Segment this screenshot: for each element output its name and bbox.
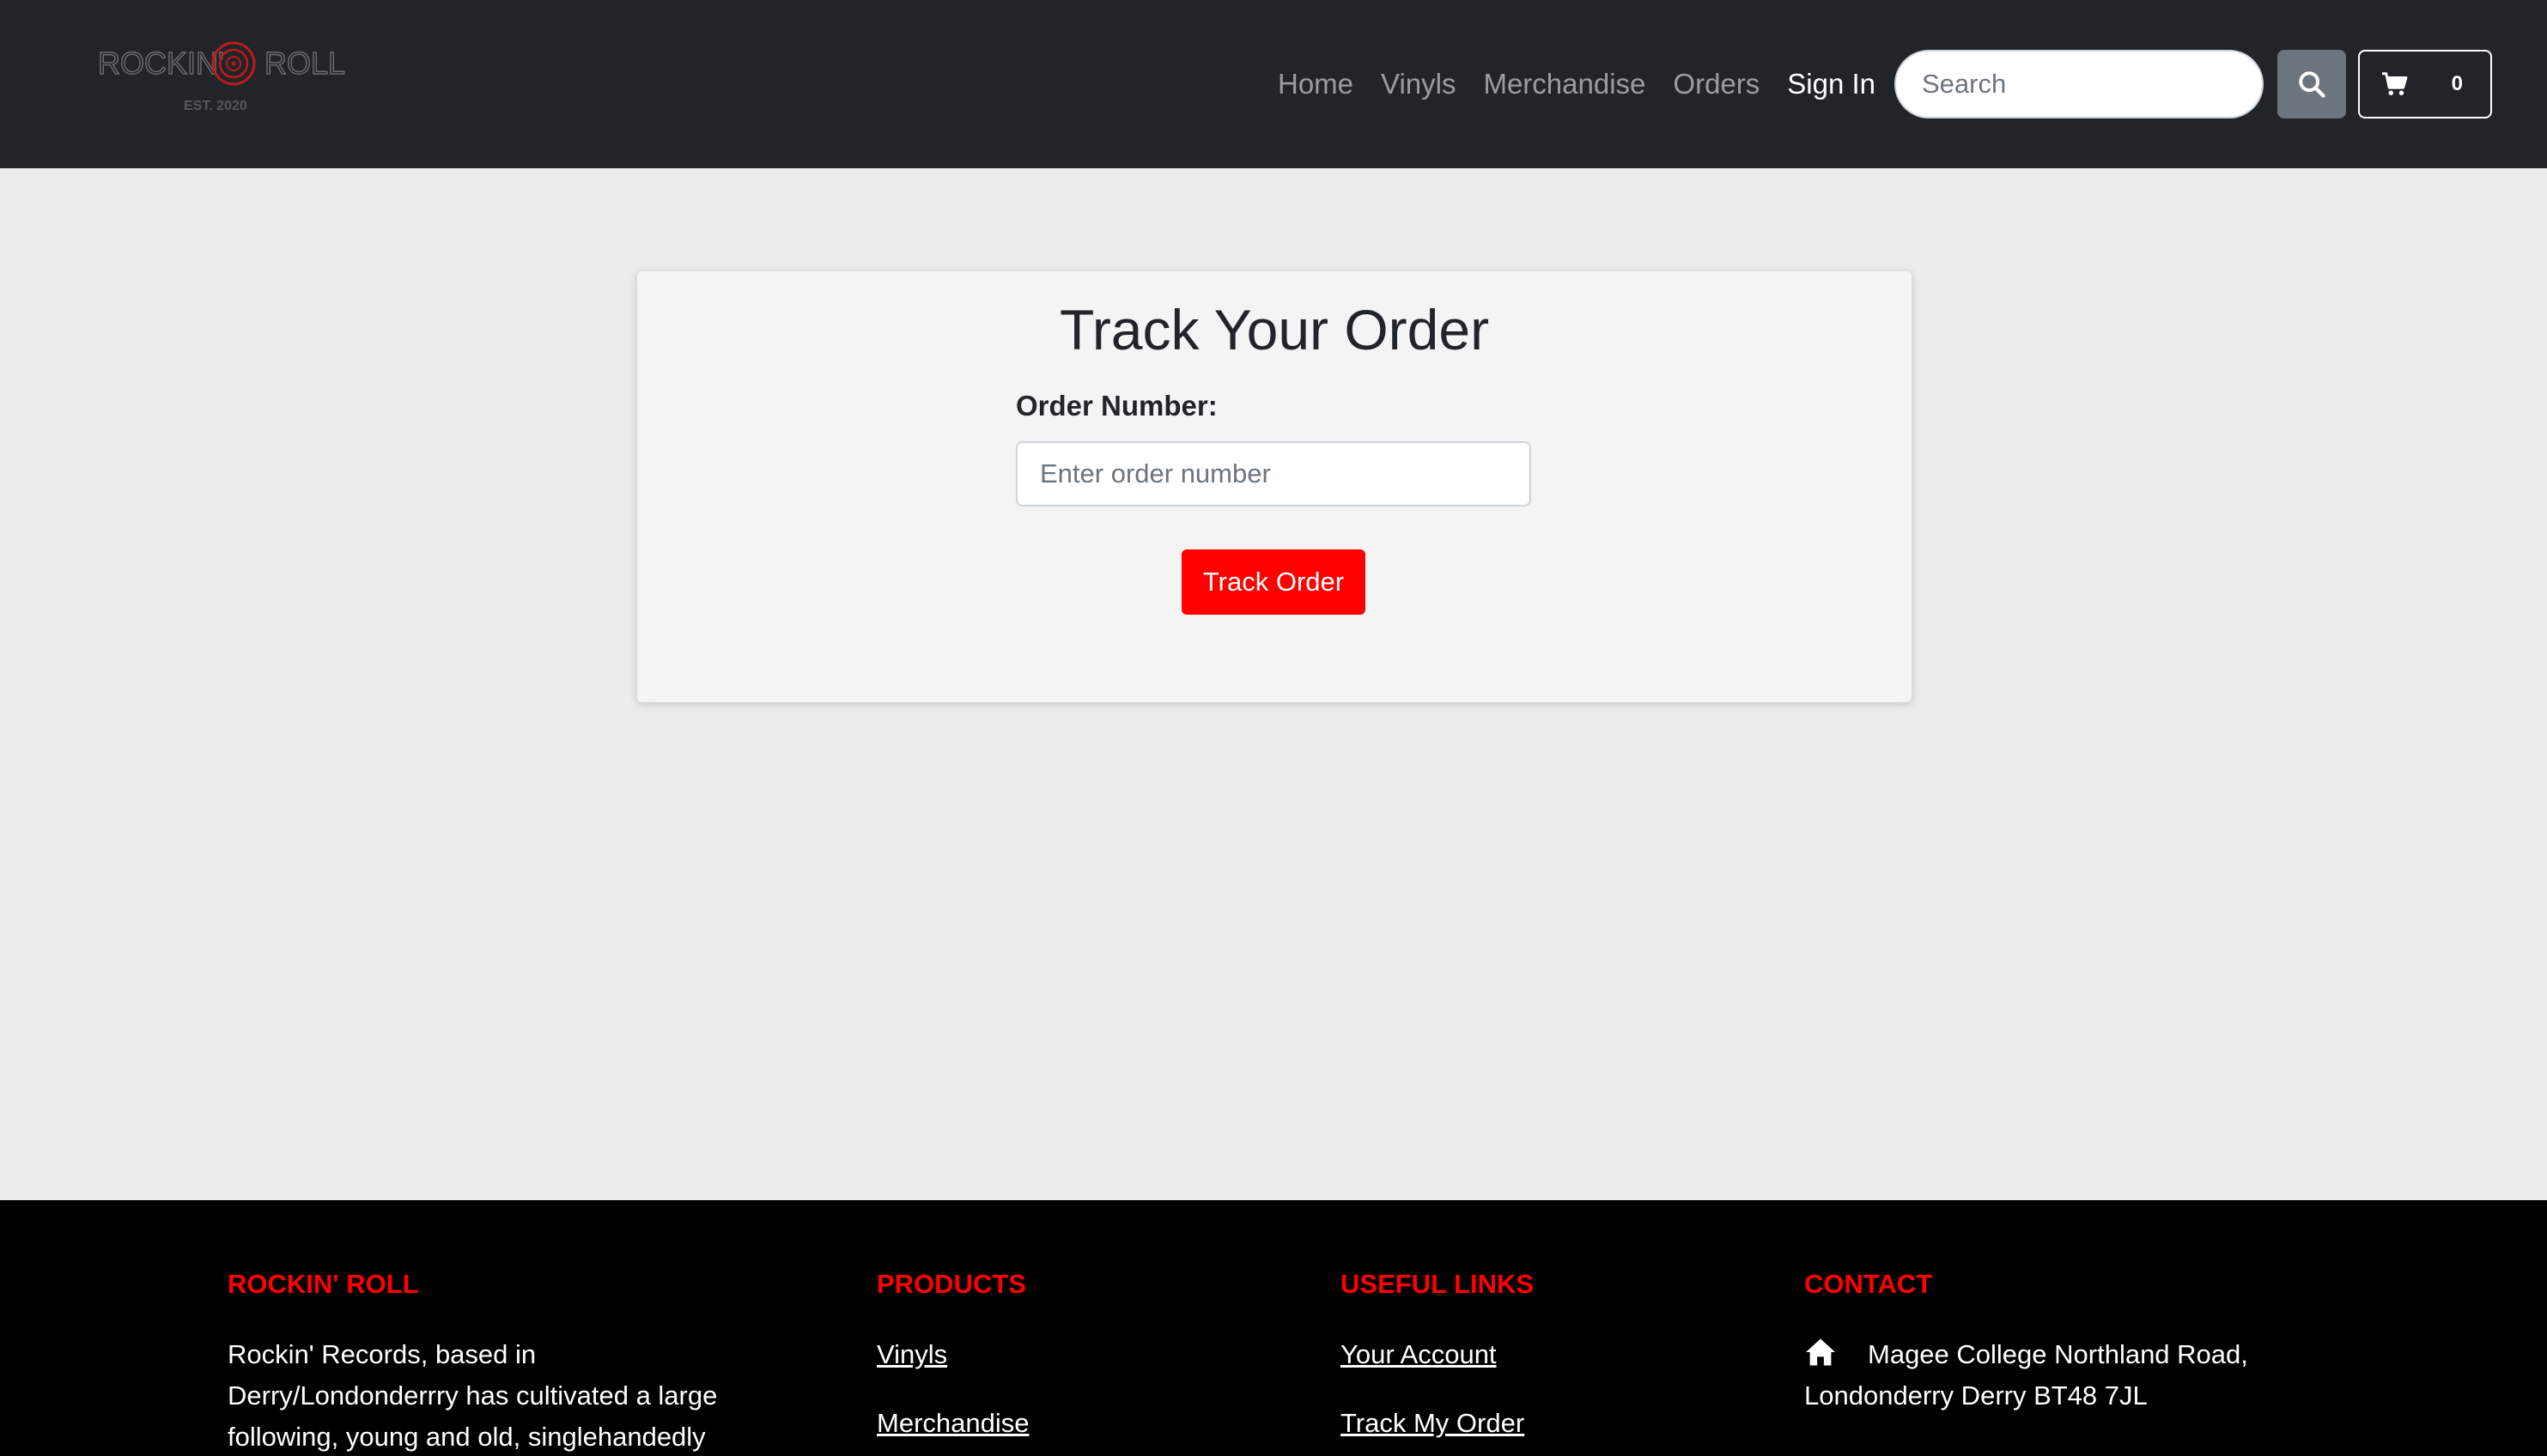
footer-products-heading: PRODUCTS	[877, 1269, 1026, 1299]
nav-merchandise[interactable]: Merchandise	[1469, 68, 1659, 100]
search-icon	[2299, 71, 2325, 98]
site-logo[interactable]: ROCKIN' ROLL EST. 2020	[96, 36, 345, 118]
search-button[interactable]	[2277, 50, 2346, 118]
home-icon	[1806, 1338, 1835, 1366]
contact-address-row: Magee College Northland Road, Londonderr…	[1804, 1334, 2319, 1417]
logo-graphic: ROCKIN' ROLL EST. 2020	[97, 41, 345, 113]
cart-icon	[2382, 72, 2408, 95]
sign-in-link[interactable]: Sign In	[1773, 68, 1889, 100]
top-navbar: ROCKIN' ROLL EST. 2020 Home Vinyls Merch…	[0, 0, 2547, 168]
order-number-input[interactable]	[1016, 441, 1531, 507]
footer-link-your-account[interactable]: Your Account	[1340, 1334, 1534, 1375]
svg-text:ROLL: ROLL	[264, 46, 345, 81]
svg-text:ROCKIN': ROCKIN'	[98, 46, 224, 81]
search-input[interactable]	[1894, 50, 2264, 118]
main-nav: Home Vinyls Merchandise Orders Sign In	[1264, 0, 1889, 168]
nav-orders[interactable]: Orders	[1659, 68, 1773, 100]
footer-about: ROCKIN' ROLL Rockin' Records, based in D…	[228, 1269, 760, 1456]
site-footer: ROCKIN' ROLL Rockin' Records, based in D…	[0, 1200, 2547, 1456]
footer-about-text: Rockin' Records, based in Derry/Londonde…	[228, 1339, 718, 1452]
footer-useful-links-heading: USEFUL LINKS	[1340, 1269, 1535, 1299]
contact-address: Magee College Northland Road, Londonderr…	[1804, 1339, 2248, 1410]
nav-vinyls[interactable]: Vinyls	[1367, 68, 1469, 100]
cart-count-badge: 0	[2451, 72, 2463, 95]
footer-link-merchandise[interactable]: Merchandise	[877, 1403, 1029, 1444]
footer-about-heading: ROCKIN' ROLL	[228, 1269, 419, 1299]
nav-home[interactable]: Home	[1264, 68, 1367, 100]
cart-button[interactable]: 0	[2358, 50, 2492, 118]
footer-contact-heading: CONTACT	[1804, 1269, 1933, 1299]
page-title: Track Your Order	[1059, 298, 1490, 361]
footer-products: PRODUCTS Vinyls Merchandise	[877, 1269, 1029, 1444]
svg-text:EST. 2020: EST. 2020	[184, 99, 247, 113]
track-order-button[interactable]: Track Order	[1182, 549, 1365, 615]
footer-useful-links: USEFUL LINKS Your Account Track My Order	[1340, 1269, 1534, 1444]
footer-link-vinyls[interactable]: Vinyls	[877, 1334, 1029, 1375]
footer-contact: CONTACT Magee College Northland Road, Lo…	[1804, 1269, 2319, 1417]
footer-link-track-my-order[interactable]: Track My Order	[1340, 1403, 1534, 1444]
order-number-label: Order Number:	[1016, 390, 1218, 422]
